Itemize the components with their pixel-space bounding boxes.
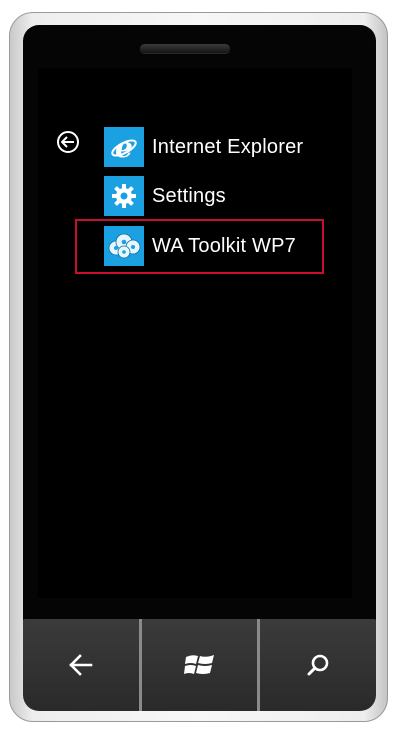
app-item-label: Settings [152,184,226,207]
app-item-label: Internet Explorer [152,135,304,158]
app-item-settings[interactable]: Settings [104,176,226,216]
selection-highlight-box [75,219,324,274]
phone-frame [9,12,388,722]
hardware-start-button[interactable] [142,619,258,711]
earpiece-speaker [140,44,230,53]
back-arrow-icon [68,654,93,676]
search-icon [307,654,329,676]
windows-logo-icon [183,655,214,674]
hardware-button-bar [23,619,376,711]
gear-icon [104,176,144,216]
hardware-search-button[interactable] [260,619,376,711]
hardware-back-button[interactable] [23,619,139,711]
back-arrow-circle-icon[interactable] [57,131,79,153]
internet-explorer-icon: e [104,127,144,167]
app-item-internet-explorer[interactable]: e Internet Explorer [104,127,303,167]
